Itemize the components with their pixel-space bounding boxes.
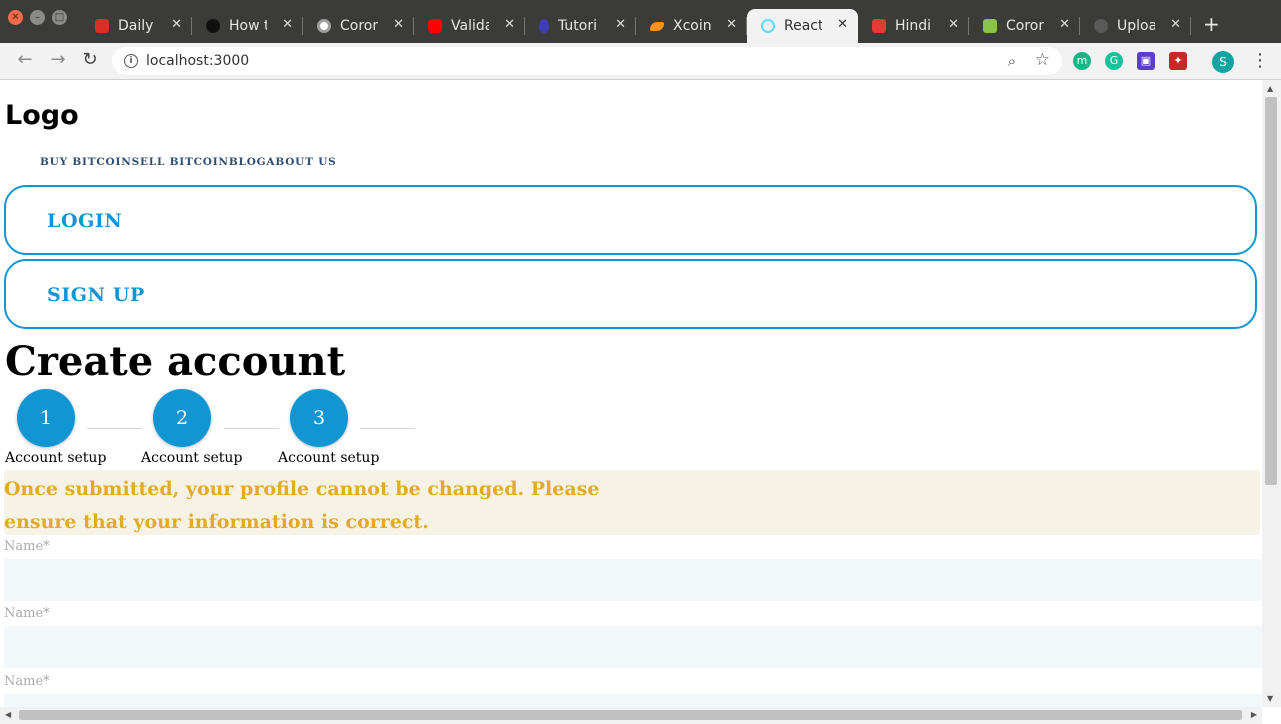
tab-close-icon[interactable]: ✕ — [393, 17, 404, 32]
om-icon — [872, 19, 886, 33]
tab-title: Tutoria — [558, 18, 596, 34]
youtube-icon — [428, 19, 442, 33]
screen-recorder-icon[interactable]: ▣ — [1137, 52, 1155, 70]
warning-notice: Once submitted, your profile cannot be c… — [4, 470, 1260, 535]
signup-label: SIGN UP — [47, 284, 145, 306]
browser-tab[interactable]: Tutoria ✕ — [525, 9, 636, 43]
browser-tab[interactable]: Daily Sh ✕ — [81, 9, 192, 43]
login-button[interactable]: LOGIN — [4, 185, 1257, 255]
tab-title: Upload — [1117, 18, 1155, 34]
step-label-2: Account setup — [141, 450, 243, 466]
window-close-button[interactable]: ✕ — [8, 10, 23, 25]
page-title: Create account — [5, 338, 346, 385]
signup-button[interactable]: SIGN UP — [4, 259, 1257, 329]
step-connector — [360, 428, 415, 429]
tab-title: Corona — [340, 18, 378, 34]
login-label: LOGIN — [47, 210, 123, 232]
window-minimize-button[interactable]: – — [30, 10, 45, 25]
step-circle-2[interactable]: 2 — [153, 389, 211, 447]
xcoins-icon — [650, 21, 664, 31]
tab-title: Corona — [1006, 18, 1044, 34]
tab-close-icon[interactable]: ✕ — [504, 17, 515, 32]
tab-close-icon[interactable]: ✕ — [948, 17, 959, 32]
ethereum-icon — [539, 19, 549, 33]
url-text[interactable]: localhost:3000 — [146, 53, 249, 69]
name-field-label: Name* — [4, 539, 50, 554]
tab-close-icon[interactable]: ✕ — [726, 17, 737, 32]
tab-title: Daily Sh — [118, 18, 156, 34]
step-circle-3[interactable]: 3 — [290, 389, 348, 447]
mixmax-icon[interactable]: m — [1073, 52, 1091, 70]
browser-tab[interactable]: Corona ✕ — [303, 9, 414, 43]
info-icon[interactable]: i — [124, 54, 138, 68]
site-icon — [317, 19, 331, 33]
scrollbar-thumb[interactable] — [1265, 97, 1277, 485]
react-icon — [761, 19, 775, 33]
zoom-icon[interactable]: ⌕ — [1008, 52, 1016, 70]
tab-close-icon[interactable]: ✕ — [1170, 17, 1181, 32]
name-input[interactable] — [4, 694, 1262, 707]
site-icon — [206, 19, 220, 33]
new-tab-button[interactable]: + — [1203, 12, 1220, 36]
name-input[interactable] — [4, 559, 1262, 601]
gmail-icon — [95, 19, 109, 33]
name-field-label: Name* — [4, 674, 50, 689]
bookmark-star-icon[interactable]: ☆ — [1035, 50, 1050, 70]
tab-close-icon[interactable]: ✕ — [837, 17, 848, 32]
site-icon — [983, 19, 997, 33]
tab-title: Hindi N — [895, 18, 933, 34]
step-circle-1[interactable]: 1 — [17, 389, 75, 447]
browser-tab[interactable]: Upload ✕ — [1080, 9, 1191, 43]
vertical-scrollbar[interactable]: ▲ ▼ — [1262, 80, 1281, 707]
step-label-3: Account setup — [278, 450, 380, 466]
horizontal-scrollbar[interactable]: ◀ ▶ — [0, 707, 1262, 724]
menu-kebab-icon[interactable]: ⋮ — [1251, 50, 1269, 71]
scrollbar-thumb[interactable] — [19, 710, 1242, 720]
browser-tab[interactable]: Validat ✕ — [414, 9, 525, 43]
tab-title: How to c — [229, 18, 267, 34]
tab-title: React A — [784, 18, 822, 34]
back-arrow-icon[interactable]: ← — [14, 49, 36, 71]
tab-close-icon[interactable]: ✕ — [171, 17, 182, 32]
tab-strip: ✕ – □ Daily Sh ✕ How to c ✕ Corona ✕ Val… — [0, 0, 1281, 43]
browser-tab[interactable]: Hindi N ✕ — [858, 9, 969, 43]
scroll-right-icon[interactable]: ▶ — [1251, 710, 1257, 719]
grammarly-icon[interactable]: G — [1105, 52, 1123, 70]
name-field-label: Name* — [4, 606, 50, 621]
site-logo[interactable]: Logo — [5, 100, 79, 131]
nav-sell-bitcoin[interactable]: SELL BITCOIN — [132, 156, 229, 168]
reload-icon[interactable]: ↻ — [79, 49, 101, 71]
puzzle-extension-icon[interactable]: ✦ — [1169, 52, 1187, 70]
top-nav: BUY BITCOIN SELL BITCOIN BLOG ABOUT US — [40, 156, 337, 168]
tab-close-icon[interactable]: ✕ — [615, 17, 626, 32]
tab-title: Validat — [451, 18, 489, 34]
scroll-left-icon[interactable]: ◀ — [5, 710, 11, 719]
forward-arrow-icon[interactable]: → — [47, 49, 69, 71]
browser-tab-active[interactable]: React A ✕ — [747, 9, 858, 43]
browser-tab[interactable]: Xcoins ✕ — [636, 9, 747, 43]
browser-tab[interactable]: Corona ✕ — [969, 9, 1080, 43]
scroll-down-icon[interactable]: ▼ — [1267, 694, 1273, 703]
github-icon — [1094, 19, 1108, 33]
tab-close-icon[interactable]: ✕ — [1059, 17, 1070, 32]
nav-about-us[interactable]: ABOUT US — [266, 156, 336, 168]
step-connector — [87, 428, 142, 429]
address-bar[interactable]: i localhost:3000 ⌕ ☆ — [112, 47, 1062, 75]
notice-text: Once submitted, your profile cannot be c… — [4, 478, 600, 533]
step-label-1: Account setup — [5, 450, 107, 466]
page-viewport: Logo BUY BITCOIN SELL BITCOIN BLOG ABOUT… — [0, 80, 1262, 707]
nav-blog[interactable]: BLOG — [229, 156, 267, 168]
name-input[interactable] — [4, 626, 1262, 668]
step-connector — [224, 428, 279, 429]
browser-tab[interactable]: How to c ✕ — [192, 9, 303, 43]
nav-buy-bitcoin[interactable]: BUY BITCOIN — [40, 156, 132, 168]
window-maximize-button[interactable]: □ — [52, 10, 67, 25]
tab-close-icon[interactable]: ✕ — [282, 17, 293, 32]
profile-avatar[interactable]: S — [1212, 51, 1234, 73]
scroll-up-icon[interactable]: ▲ — [1267, 84, 1273, 93]
tab-title: Xcoins — [673, 18, 711, 34]
